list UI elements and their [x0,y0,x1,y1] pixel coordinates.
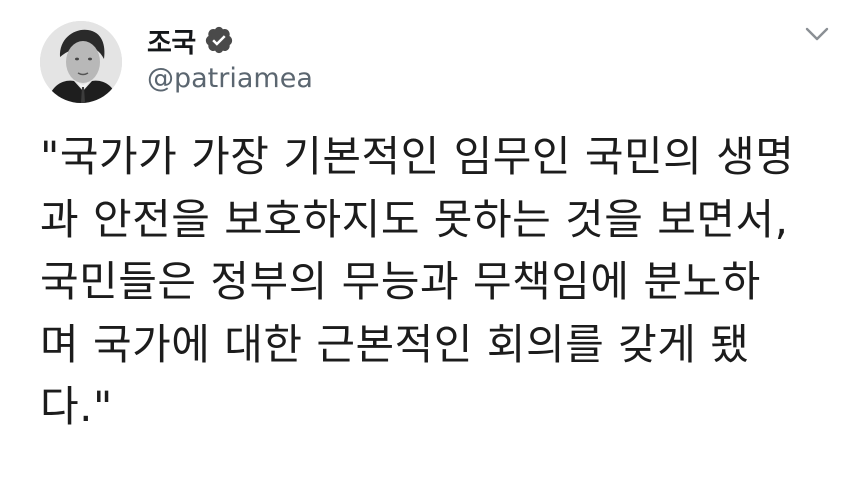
tweet-text-line: 국민들은 정부의 무능과 무책임에 분노하 [40,257,761,306]
tweet-text-line: 다." [40,382,113,431]
user-handle[interactable]: @patriamea [147,63,313,94]
tweet-text-line: 과 안전을 보호하지도 못하는 것을 보면서, [40,194,789,244]
display-name[interactable]: 조국 [147,21,196,60]
tweet-text-line: "국가가 가장 기본적인 임무인 국민의 생명 [40,132,795,181]
avatar[interactable] [40,21,122,103]
tweet-card: 조국 @patriamea "국가가 가장 기본적인 임무인 국민의 생명 과 … [0,0,850,481]
avatar-image [40,21,122,103]
verified-badge-icon [204,25,234,55]
name-row: 조국 [147,20,234,60]
chevron-down-icon[interactable] [802,22,832,46]
tweet-text-line: 며 국가에 대한 근본적인 회의를 갖게 됐 [40,319,750,369]
tweet-text: "국가가 가장 기본적인 임무인 국민의 생명 과 안전을 보호하지도 못하는 … [40,126,840,439]
